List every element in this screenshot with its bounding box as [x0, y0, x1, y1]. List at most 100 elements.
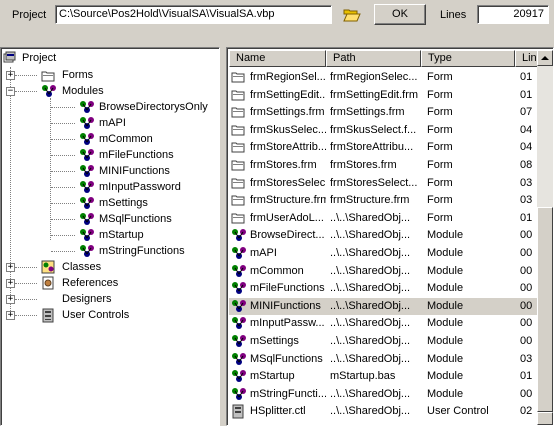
tree-item-forms[interactable]: Forms: [41, 67, 191, 83]
project-icon: [3, 51, 16, 63]
file-row[interactable]: mCommon ..\..\SharedObj... Module 00: [229, 263, 539, 280]
file-name-cell: MSqlFunctions: [250, 352, 323, 365]
file-type-cell: Form: [427, 88, 453, 101]
file-row[interactable]: frmRegionSel... frmRegionSelec... Form 01: [229, 69, 539, 86]
file-type-cell: Form: [427, 194, 453, 207]
tree-item-label: MSqlFunctions: [99, 213, 172, 225]
tree-root-project[interactable]: Project: [3, 50, 203, 66]
tree-item-module[interactable]: mFileFunctions: [79, 147, 217, 163]
file-type-cell: Form: [427, 176, 453, 189]
file-row[interactable]: frmStoreAttrib... frmStoreAttribu... Form 0…: [229, 139, 539, 156]
module-icon: [80, 149, 94, 161]
tree-item-module[interactable]: mStartup: [79, 227, 217, 243]
file-lines-cell: 01: [520, 88, 533, 101]
tree-item-label: mAPI: [99, 117, 126, 129]
module-icon: [80, 197, 94, 209]
file-lines-cell: 00: [520, 335, 533, 347]
tree-item-module[interactable]: MINIFunctions: [79, 163, 217, 179]
project-tree[interactable]: Project + Forms − Modules BrowseDirector…: [0, 47, 220, 426]
vertical-scrollbar[interactable]: [537, 50, 553, 425]
file-row[interactable]: mAPI ..\..\SharedObj... Module 00: [229, 245, 539, 262]
file-lines-cell: 01: [520, 71, 533, 83]
tree-line: [15, 299, 37, 300]
file-row[interactable]: frmSettingEdit... frmSettingEdit.frm Form 0…: [229, 87, 539, 104]
tree-item-user-controls[interactable]: User Controls: [41, 307, 191, 323]
ok-button-label: OK: [392, 8, 408, 20]
tree-line: [51, 251, 75, 252]
module-icon: [232, 247, 246, 259]
column-header-name[interactable]: Name: [229, 50, 326, 67]
forms-expand-toggle[interactable]: +: [6, 71, 15, 80]
form-icon: [231, 178, 245, 189]
file-type-cell: Module: [427, 335, 464, 347]
tree-item-module[interactable]: BrowseDirectorysOnly: [79, 99, 217, 115]
scroll-up-button[interactable]: [537, 50, 553, 66]
tree-item-label: Classes: [62, 261, 102, 273]
file-path-cell: frmSettingEdit.frm: [330, 88, 419, 101]
file-type-cell: Module: [427, 370, 464, 383]
scroll-thumb[interactable]: [537, 207, 553, 412]
tree-item-label: Modules: [62, 85, 104, 97]
tree-line: [51, 235, 75, 236]
file-row[interactable]: HSplitter.ctl ..\..\SharedObj... User Cont…: [229, 403, 539, 420]
file-row[interactable]: frmSkusSelec... frmSkusSelect.f... Form 04: [229, 122, 539, 139]
project-path-field[interactable]: C:\Source\Pos2Hold\VisualSA\VisualSA.vbp: [55, 5, 332, 24]
form-icon: [231, 160, 245, 171]
file-name-cell: mCommon: [250, 264, 304, 277]
tree-item-module[interactable]: mStringFunctions: [79, 243, 217, 259]
file-row[interactable]: frmStructure.frm frmStructure.frm Form 03: [229, 192, 539, 209]
file-path-cell: ..\..\SharedObj...: [330, 405, 411, 418]
form-icon: [231, 72, 245, 83]
file-type-cell: Module: [427, 247, 464, 259]
file-row[interactable]: MINIFunctions ..\..\SharedObj... Module 00: [229, 297, 539, 315]
file-row[interactable]: MSqlFunctions ..\..\SharedObj... Module 03: [229, 351, 539, 368]
file-path-cell: frmStructure.frm: [330, 194, 410, 207]
form-icon: [231, 213, 245, 224]
column-header-type[interactable]: Type: [421, 50, 515, 67]
tree-item-module[interactable]: mSettings: [79, 195, 217, 211]
file-name-cell: frmUserAdoL...: [250, 211, 324, 224]
user-control-icon: [232, 404, 244, 419]
file-name-cell: frmRegionSel...: [250, 71, 326, 83]
tree-line: [51, 139, 75, 140]
file-path-cell: frmRegionSelec...: [330, 71, 418, 83]
user-controls-expand-toggle[interactable]: +: [6, 311, 15, 320]
file-lines-cell: 04: [520, 123, 533, 136]
tree-item-module[interactable]: MSqlFunctions: [79, 211, 217, 227]
designers-expand-toggle[interactable]: +: [6, 295, 15, 304]
tree-item-label: mFileFunctions: [99, 149, 174, 161]
file-type-cell: Form: [427, 106, 453, 119]
tree-item-designers[interactable]: Designers: [41, 291, 191, 307]
file-row[interactable]: mSettings ..\..\SharedObj... Module 00: [229, 333, 539, 350]
open-folder-button[interactable]: [340, 5, 364, 25]
tree-item-references[interactable]: References: [41, 275, 191, 291]
ok-button[interactable]: OK: [374, 4, 426, 25]
tree-item-module[interactable]: mAPI: [79, 115, 217, 131]
file-row[interactable]: frmStores.frm frmStores.frm Form 08: [229, 157, 539, 174]
user-control-icon: [42, 308, 54, 323]
module-icon: [80, 165, 94, 177]
tree-item-classes[interactable]: Classes: [41, 259, 191, 275]
file-row[interactable]: frmUserAdoL... ..\..\SharedObj... Form 01: [229, 210, 539, 227]
scroll-down-button[interactable]: [537, 412, 553, 425]
tree-line: [51, 107, 75, 108]
tree-item-module[interactable]: mInputPassword: [79, 179, 217, 195]
classes-expand-toggle[interactable]: +: [6, 263, 15, 272]
column-header-path[interactable]: Path: [326, 50, 421, 67]
file-row[interactable]: mFileFunctions ..\..\SharedObj... Module 00: [229, 280, 539, 297]
tree-item-module[interactable]: mCommon: [79, 131, 217, 147]
file-type-cell: Module: [427, 299, 464, 312]
file-path-cell: ..\..\SharedObj...: [330, 387, 411, 400]
file-row[interactable]: frmStoresSelec... frmStoresSelect... Form 0…: [229, 175, 539, 192]
file-list[interactable]: Name Path Type Lin frmRegionSel... frmReg…: [226, 47, 554, 426]
references-expand-toggle[interactable]: +: [6, 279, 15, 288]
file-name-cell: mSettings: [250, 335, 299, 347]
modules-collapse-toggle[interactable]: −: [6, 87, 15, 96]
file-row[interactable]: mStartup mStartup.bas Module 01: [229, 368, 539, 385]
file-row[interactable]: mStringFuncti... ..\..\SharedObj... Module…: [229, 386, 539, 403]
file-row[interactable]: mInputPassw... ..\..\SharedObj... Module 00: [229, 315, 539, 332]
file-row[interactable]: frmSettings.frm frmSettings.frm Form 07: [229, 104, 539, 121]
file-row[interactable]: BrowseDirect... ..\..\SharedObj... Module 0…: [229, 227, 539, 244]
file-path-cell: ..\..\SharedObj...: [330, 229, 411, 242]
tree-item-modules[interactable]: Modules: [41, 83, 191, 99]
